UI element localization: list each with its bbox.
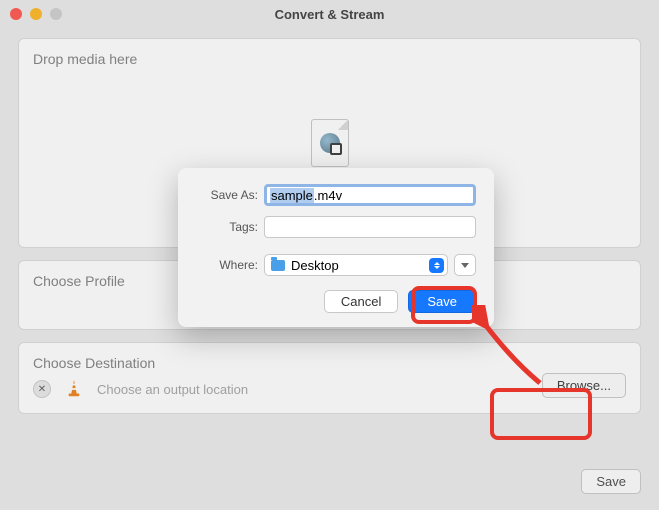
tags-label: Tags: [196,220,264,234]
where-label: Where: [196,258,264,272]
save-as-input[interactable]: sample.m4v [264,184,476,206]
save-as-filename-selection: sample [270,188,314,203]
select-stepper-icon [429,258,444,273]
folder-icon [271,260,285,271]
where-select[interactable]: Desktop [264,254,448,276]
save-dialog: Save As: sample.m4v Tags: Where: Desktop… [178,168,494,327]
save-button[interactable]: Save [408,290,476,313]
cancel-button[interactable]: Cancel [324,290,398,313]
save-as-label: Save As: [196,188,264,202]
where-value: Desktop [291,258,339,273]
expand-dialog-button[interactable] [454,254,476,276]
save-as-filename-suffix: .m4v [314,188,342,203]
tags-input[interactable] [264,216,476,238]
